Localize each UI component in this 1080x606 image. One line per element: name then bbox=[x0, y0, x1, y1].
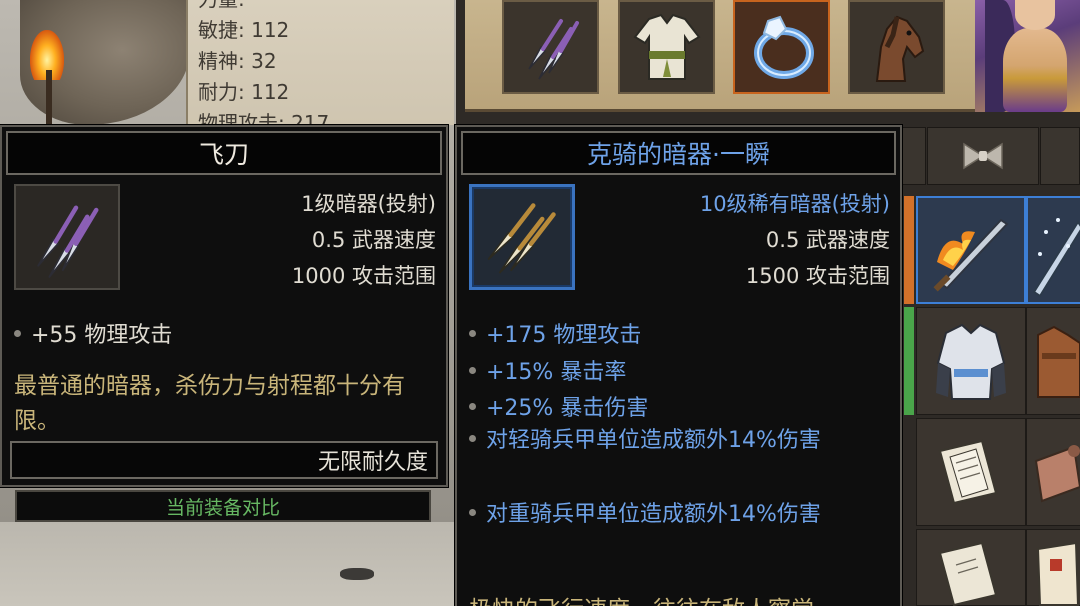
attribute-text: +15% 暴击率 bbox=[486, 360, 627, 385]
map-paper bbox=[0, 522, 456, 606]
item-attribute: +55 物理攻击 bbox=[14, 317, 172, 349]
armor-icon bbox=[936, 323, 1006, 400]
rubble bbox=[340, 568, 374, 580]
item-title: 飞刀 bbox=[6, 131, 442, 175]
bow-icon bbox=[963, 142, 1003, 170]
inventory-slot-edge bbox=[904, 307, 914, 415]
stat-label: 精神: bbox=[198, 49, 245, 73]
tab-bow[interactable] bbox=[927, 127, 1039, 185]
character-stats-panel: 力量: 敏捷: 112 精神: 32 耐力: 112 物理攻击: 217 bbox=[186, 0, 454, 135]
bullet-icon bbox=[469, 366, 476, 374]
stat-label: 敏捷: bbox=[198, 18, 245, 42]
portrait-body bbox=[1003, 28, 1067, 112]
item-speed: 0.5 武器速度 bbox=[311, 228, 436, 252]
inventory-slot-armor[interactable] bbox=[916, 307, 1026, 415]
item-range: 1000 攻击范围 bbox=[291, 264, 436, 288]
torch-pole bbox=[46, 70, 52, 125]
equip-slot-armor[interactable] bbox=[618, 0, 715, 94]
stat-label: 力量: bbox=[198, 0, 245, 11]
item-speed: 0.5 武器速度 bbox=[765, 228, 890, 252]
stat-value: 112 bbox=[251, 80, 290, 104]
stat-row-strength: 力量: bbox=[198, 0, 454, 15]
inventory-slot-scroll[interactable] bbox=[916, 529, 1026, 606]
hovered-item-tooltip: 克骑的暗器·一瞬 10级稀有暗器(投射) 0.5 武器速度 1500 攻击范围 … bbox=[455, 125, 902, 606]
inventory-slot-edge bbox=[904, 196, 914, 304]
inventory-tab-row bbox=[900, 127, 1080, 185]
equip-slot-mount[interactable] bbox=[848, 0, 945, 94]
compare-label: 当前装备对比 bbox=[15, 490, 431, 522]
ring-icon bbox=[753, 15, 814, 79]
attribute-text: +55 物理攻击 bbox=[31, 323, 173, 348]
stat-value: 112 bbox=[251, 18, 290, 42]
item-flavor-text: 极快的飞行速度，往往在敌人察觉 bbox=[469, 593, 899, 606]
stat-row-stamina: 耐力: 112 bbox=[198, 77, 454, 108]
stat-row-agility: 敏捷: 112 bbox=[198, 15, 454, 46]
tunic-icon bbox=[633, 13, 700, 80]
item-icon-frame bbox=[14, 184, 120, 290]
equipped-item-tooltip: 飞刀 1级暗器(投射) 0.5 武器速度 1000 攻击范围 +55 物理攻击 … bbox=[0, 125, 448, 487]
equip-slot-ring[interactable] bbox=[733, 0, 830, 94]
attribute-text: 对重骑兵甲单位造成额外14%伤害 bbox=[486, 502, 821, 527]
scroll-icon bbox=[938, 541, 998, 606]
horse-icon bbox=[875, 15, 924, 82]
item-attribute: +175 物理攻击 bbox=[469, 317, 641, 349]
item-level-type: 1级暗器(投射) bbox=[301, 192, 436, 216]
item-attribute: 对重骑兵甲单位造成额外14%伤害 bbox=[469, 497, 889, 533]
attribute-text: +175 物理攻击 bbox=[486, 323, 642, 348]
scroll-icon bbox=[938, 439, 998, 505]
portrait-face bbox=[1015, 0, 1055, 30]
item-attribute: 对轻骑兵甲单位造成额外14%伤害 bbox=[469, 423, 889, 459]
stat-value: 32 bbox=[251, 49, 277, 73]
inventory-slot-scroll[interactable] bbox=[1026, 529, 1080, 606]
throwing-knives-icon bbox=[37, 205, 99, 279]
item-durability: 无限耐久度 bbox=[10, 441, 438, 479]
golden-throwing-knives-icon bbox=[487, 203, 556, 274]
inventory-slot-leather-armor[interactable] bbox=[1026, 307, 1080, 415]
tab-prev[interactable] bbox=[900, 127, 926, 185]
inventory-slot-scroll[interactable] bbox=[1026, 418, 1080, 526]
item-icon-frame bbox=[469, 184, 575, 290]
item-attribute: +25% 暴击伤害 bbox=[469, 390, 648, 422]
item-range: 1500 攻击范围 bbox=[745, 264, 890, 288]
stat-row-spirit: 精神: 32 bbox=[198, 46, 454, 77]
ice-sword-icon bbox=[1032, 218, 1080, 298]
inventory-slot-ice-sword[interactable] bbox=[1026, 196, 1080, 304]
attribute-text: +25% 暴击伤害 bbox=[486, 396, 649, 421]
scroll-icon bbox=[1036, 541, 1080, 606]
inventory-slot-flame-sword[interactable] bbox=[916, 196, 1026, 304]
bullet-icon bbox=[469, 434, 476, 442]
bullet-icon bbox=[469, 329, 476, 337]
item-level-type: 10级稀有暗器(投射) bbox=[699, 192, 890, 216]
inventory-slot-scroll[interactable] bbox=[916, 418, 1026, 526]
item-flavor-text: 最普通的暗器，杀伤力与射程都十分有限。 bbox=[14, 373, 405, 434]
equip-slot-weapon[interactable] bbox=[502, 0, 599, 94]
attribute-text: 对轻骑兵甲单位造成额外14%伤害 bbox=[486, 428, 821, 453]
tab-next[interactable] bbox=[1040, 127, 1080, 185]
flame-sword-icon bbox=[933, 218, 1009, 292]
stat-label: 耐力: bbox=[198, 80, 245, 104]
leather-armor-icon bbox=[1037, 325, 1080, 398]
character-portrait[interactable] bbox=[975, 0, 1080, 112]
throwing-knives-icon bbox=[527, 19, 579, 80]
item-title: 克骑的暗器·一瞬 bbox=[461, 131, 896, 175]
item-attribute: +15% 暴击率 bbox=[469, 354, 626, 386]
bullet-icon bbox=[469, 508, 476, 516]
bullet-icon bbox=[14, 329, 21, 337]
scroll-icon bbox=[1034, 445, 1080, 503]
bullet-icon bbox=[469, 402, 476, 410]
